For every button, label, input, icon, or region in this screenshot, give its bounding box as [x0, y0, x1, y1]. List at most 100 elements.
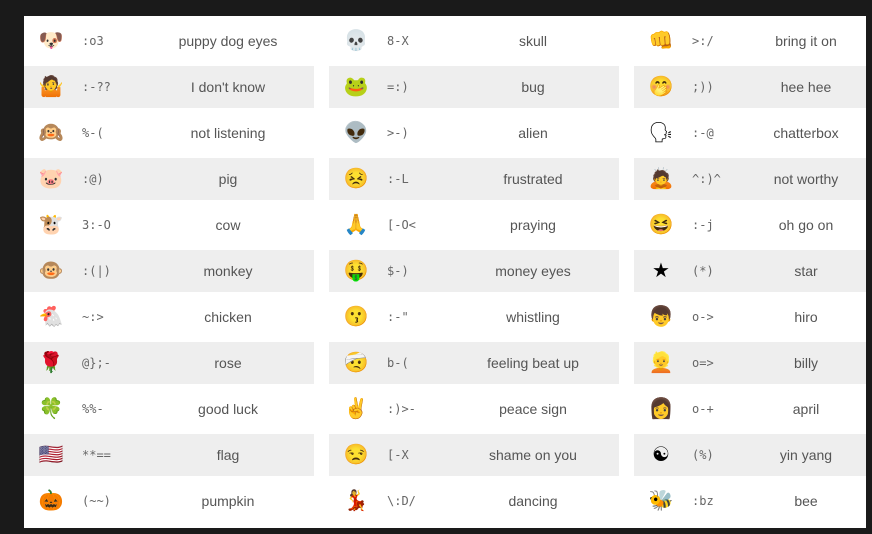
emoticon-row[interactable]: 🌹 @};- rose: [24, 342, 314, 384]
emoticon-code: (*): [692, 264, 714, 278]
emoticon-row[interactable]: ★ (*) star: [634, 250, 866, 292]
emoticon-name: chicken: [204, 309, 252, 325]
emoticon-row[interactable]: 👱 o=> billy: [634, 342, 866, 384]
emoticon-row[interactable]: 🇺🇸 **== flag: [24, 434, 314, 476]
emoticon-row[interactable]: 👽 >-) alien: [329, 112, 619, 154]
emoticon-code: >-): [387, 126, 409, 140]
emoticon-row[interactable]: 🙉 %-(not listening: [24, 112, 314, 154]
emoticon-row[interactable]: 🤑 $-) money eyes: [329, 250, 619, 292]
emoticon-row[interactable]: 💃 \:D/dancing: [329, 480, 619, 522]
emoticon-name: yin yang: [779, 447, 833, 463]
pumpkin-icon: 🎃: [38, 490, 64, 512]
emoticon-code: :-??: [82, 80, 111, 94]
skull-icon: 💀: [343, 30, 369, 52]
emoticon-row[interactable]: ☯ (%) yin yang: [634, 434, 866, 476]
frustrated-face-icon: 😣: [343, 168, 369, 190]
emoticon-name: good luck: [198, 401, 258, 417]
emoticon-name: bug: [521, 79, 545, 95]
emoticon-code: 8-X: [387, 34, 409, 48]
emoticon-code: :(|): [82, 264, 111, 278]
emoticon-code: :)>-: [387, 402, 416, 416]
emoticon-name: I don't know: [190, 79, 266, 95]
emoticon-name: praying: [510, 217, 556, 233]
emoticon-name: frustrated: [503, 171, 563, 187]
emoticon-name: puppy dog eyes: [178, 33, 278, 49]
emoticon-code: \:D/: [387, 494, 416, 508]
emoticon-row[interactable]: 😗 :-" whistling: [329, 296, 619, 338]
alien-icon: 👽: [343, 122, 369, 144]
emoticon-code: o=>: [692, 356, 714, 370]
emoticon-name: monkey: [203, 263, 253, 279]
emoticon-code: :bz: [692, 494, 714, 508]
monkey-face-icon: 🐵: [38, 260, 64, 282]
emoticon-code: :-@: [692, 126, 714, 140]
emoticon-row[interactable]: 🐵 :(|) monkey: [24, 250, 314, 292]
peace-sign-face-icon: ✌: [343, 398, 369, 420]
emoticon-column-1: 🐶:o3 puppy dog eyes 🤷:-?? I don't know 🙉 %-(n…: [24, 20, 314, 526]
emoticon-row[interactable]: 🤕 b-(feeling beat up: [329, 342, 619, 384]
emoticon-name: feeling beat up: [487, 355, 579, 371]
emoticon-name: bee: [794, 493, 818, 509]
emoticon-code: %%-: [82, 402, 104, 416]
oh-go-on-face-icon: 😆: [648, 214, 674, 236]
emoticon-code: :-j: [692, 218, 714, 232]
emoticon-code: :o3: [82, 34, 104, 48]
emoticon-row[interactable]: 😒 [-X shame on you: [329, 434, 619, 476]
billy-face-icon: 👱: [648, 352, 674, 374]
emoticon-row[interactable]: 🐸 =:) bug: [329, 66, 619, 108]
emoticon-name: chatterbox: [773, 125, 839, 141]
emoticon-name: flag: [216, 447, 240, 463]
emoticon-name: skull: [518, 33, 547, 49]
emoticon-code: (%): [692, 448, 714, 462]
emoticon-row[interactable]: 🤭;)) hee hee: [634, 66, 866, 108]
bee-icon: 🐝: [648, 490, 674, 512]
star-icon: ★: [652, 260, 670, 282]
emoticon-row[interactable]: 🙇 ^:)^ not worthy: [634, 158, 866, 200]
emoticon-name: hiro: [794, 309, 818, 325]
emoticon-row[interactable]: 🐮 3:-O cow: [24, 204, 314, 246]
emoticon-row[interactable]: ✌:)>- peace sign: [329, 388, 619, 430]
emoticon-row[interactable]: 🗣 :-@ chatterbox: [634, 112, 866, 154]
emoticon-row[interactable]: 👦 o-> hiro: [634, 296, 866, 338]
emoticon-row[interactable]: 🐶 :o3 puppy dog eyes: [24, 20, 314, 62]
emoticon-name: rose: [214, 355, 242, 371]
emoticon-name: cow: [215, 217, 241, 233]
emoticon-row[interactable]: 🍀 %%- good luck: [24, 388, 314, 430]
emoticon-row[interactable]: 🎃 (~~) pumpkin: [24, 480, 314, 522]
emoticon-code: [-O<: [387, 218, 416, 232]
emoticon-row[interactable]: 😆 :-j oh go on: [634, 204, 866, 246]
emoticon-code: o->: [692, 310, 714, 324]
emoticon-row[interactable]: 💀 8-X skull: [329, 20, 619, 62]
emoticon-code: =:): [387, 80, 409, 94]
emoticon-code: >:/: [692, 34, 714, 48]
emoticon-name: not listening: [190, 125, 266, 141]
emoticon-row[interactable]: 👩 o-+ april: [634, 388, 866, 430]
emoticon-name: bring it on: [775, 33, 837, 49]
emoticon-row[interactable]: 🐔 ~:> chicken: [24, 296, 314, 338]
emoticon-row[interactable]: 🤷:-?? I don't know: [24, 66, 314, 108]
whistling-face-icon: 😗: [343, 306, 369, 328]
bring-it-on-face-icon: 👊: [648, 30, 674, 52]
emoticon-row[interactable]: 😣:-L frustrated: [329, 158, 619, 200]
emoticon-name: april: [792, 401, 820, 417]
praying-face-icon: 🙏: [343, 214, 369, 236]
emoticon-row[interactable]: 🐝 :bz bee: [634, 480, 866, 522]
emoticon-code: o-+: [692, 402, 714, 416]
emoticon-row[interactable]: 👊 >:/ bring it on: [634, 20, 866, 62]
dog-face-icon: 🐶: [38, 30, 64, 52]
us-flag-icon: 🇺🇸: [38, 444, 64, 466]
chatterbox-face-icon: 🗣: [648, 122, 674, 144]
emoticon-code: 3:-O: [82, 218, 111, 232]
emoticon-code: %-(: [82, 126, 104, 140]
emoticon-code: ^:)^: [692, 172, 721, 186]
emoticon-row[interactable]: 🙏 [-O< praying: [329, 204, 619, 246]
chicken-icon: 🐔: [38, 306, 64, 328]
emoticon-code: :-": [387, 310, 409, 324]
emoticon-code: $-): [387, 264, 409, 278]
emoticon-name: hee hee: [780, 79, 832, 95]
emoticon-row[interactable]: 🐷:@) pig: [24, 158, 314, 200]
emoticon-name: oh go on: [778, 217, 834, 233]
emoticon-name: dancing: [508, 493, 558, 509]
clover-icon: 🍀: [38, 398, 64, 420]
emoticon-name: whistling: [506, 309, 560, 325]
